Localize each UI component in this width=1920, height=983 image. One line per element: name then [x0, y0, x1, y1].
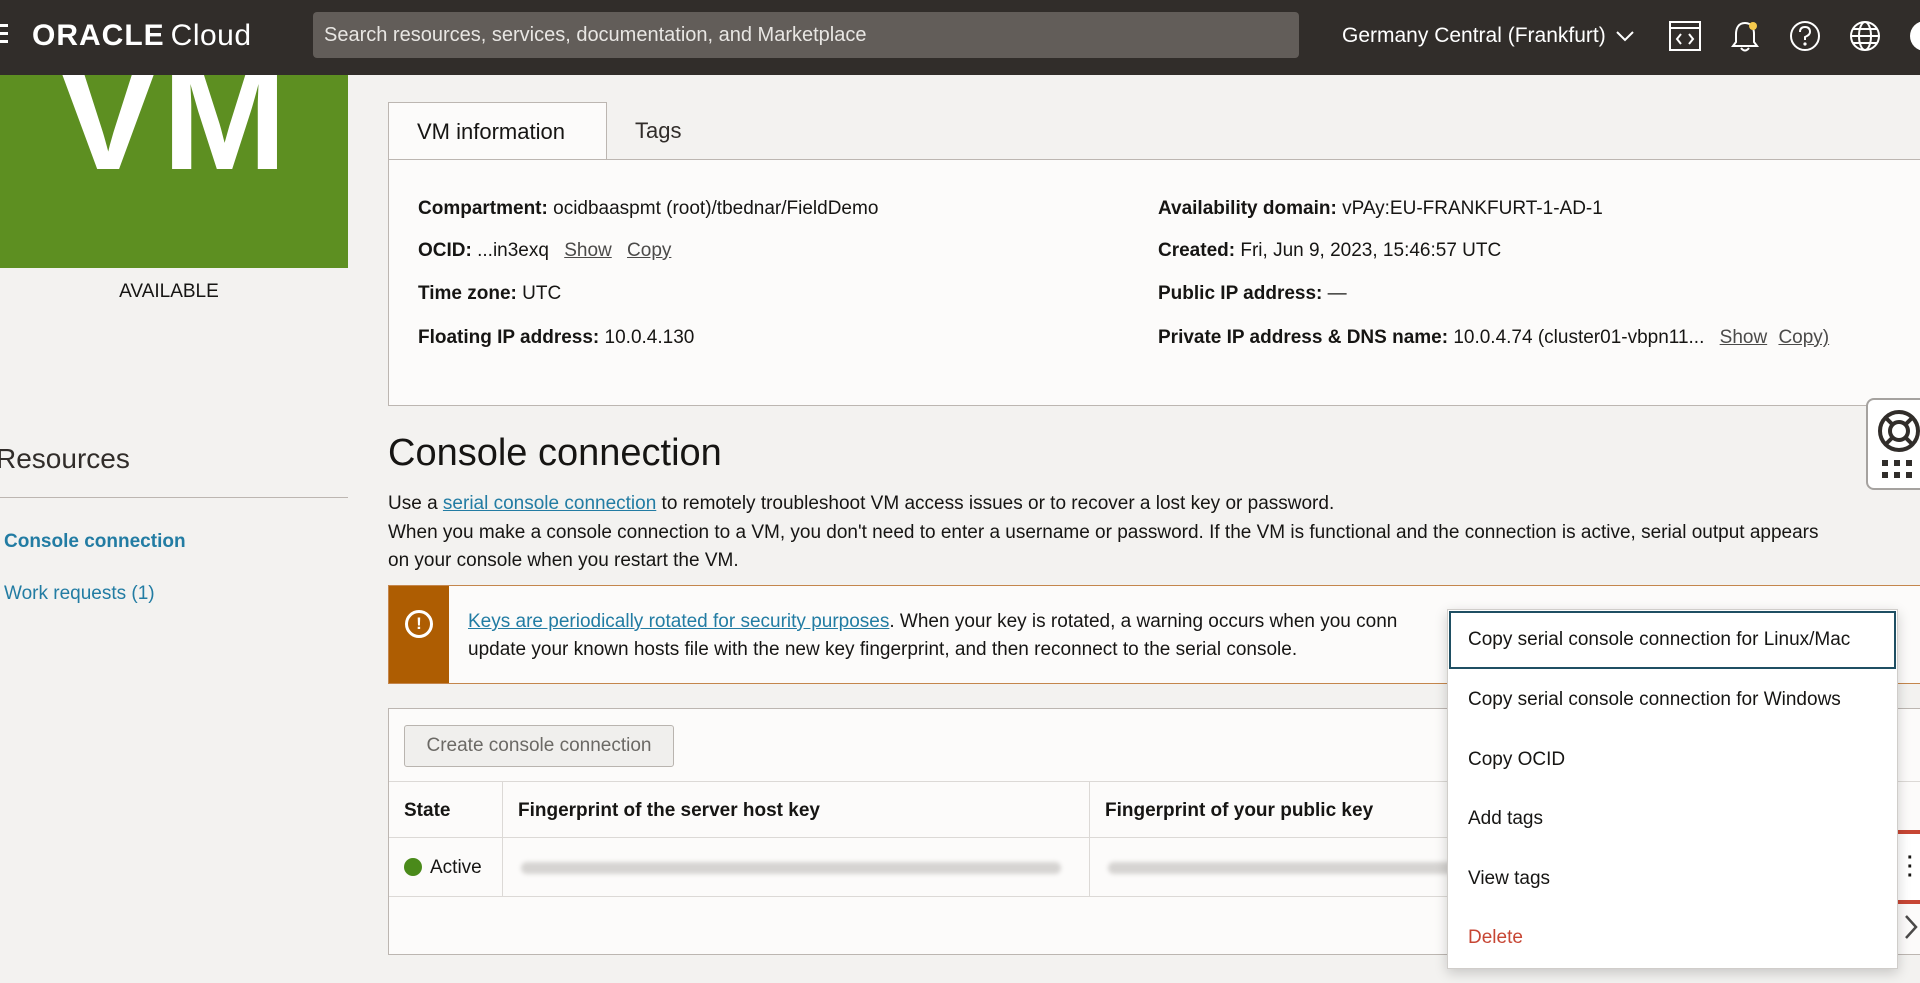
vm-tile-label: VM: [58, 75, 291, 201]
warning-text-rest: . When your key is rotated, a warning oc…: [889, 611, 1398, 632]
apps-grid-icon: [1882, 460, 1912, 478]
state-cell: Active: [389, 838, 503, 897]
compartment-row: Compartment: ocidbaaspmt (root)/tbednar/…: [418, 196, 878, 222]
oracle-cloud-logo[interactable]: ORACLE Cloud: [32, 18, 252, 54]
console-description-line-2: When you make a console connection to a …: [388, 522, 1819, 543]
resource-link-console-connection[interactable]: Console connection: [4, 531, 186, 553]
logo-brand: ORACLE: [32, 19, 165, 52]
console-description-line-1: Use a serial console connection to remot…: [388, 490, 1908, 518]
column-header-state: State: [389, 782, 503, 839]
chevron-right-icon[interactable]: [1900, 912, 1920, 942]
compartment-label: Compartment:: [418, 198, 548, 219]
menu-item-delete[interactable]: Delete: [1468, 927, 1523, 949]
ocid-row: OCID: ...in3exq Show Copy: [418, 238, 671, 264]
tab-tags[interactable]: Tags: [607, 102, 709, 160]
chevron-down-icon: [1615, 31, 1634, 42]
menu-item-add-tags[interactable]: Add tags: [1468, 808, 1543, 830]
public-ip-label: Public IP address:: [1158, 283, 1323, 304]
active-status-icon: [404, 858, 422, 876]
private-ip-copy-link[interactable]: Copy): [1778, 327, 1829, 348]
created-row: Created: Fri, Jun 9, 2023, 15:46:57 UTC: [1158, 238, 1501, 264]
menu-item-copy-ocid[interactable]: Copy OCID: [1468, 749, 1565, 771]
timezone-row: Time zone: UTC: [418, 281, 561, 307]
column-header-server-host-key: Fingerprint of the server host key: [503, 782, 1090, 839]
help-support-tab[interactable]: [1866, 398, 1920, 490]
availability-domain-row: Availability domain: vPAy:EU-FRANKFURT-1…: [1158, 196, 1603, 222]
code-editor-icon[interactable]: [1666, 17, 1704, 55]
top-navigation-bar: ORACLE Cloud Search resources, services, …: [0, 0, 1920, 75]
menu-item-copy-linux-mac[interactable]: Copy serial console connection for Linux…: [1468, 629, 1850, 651]
help-icon[interactable]: [1786, 17, 1824, 55]
menu-item-copy-windows[interactable]: Copy serial console connection for Windo…: [1468, 689, 1841, 711]
private-ip-show-link[interactable]: Show: [1720, 327, 1768, 348]
timezone-value: UTC: [522, 283, 562, 304]
region-label: Germany Central (Frankfurt): [1342, 24, 1606, 47]
notifications-bell-icon[interactable]: [1726, 17, 1764, 55]
created-value: Fri, Jun 9, 2023, 15:46:57 UTC: [1240, 240, 1502, 261]
logo-suffix: Cloud: [170, 19, 252, 52]
availability-domain-label: Availability domain:: [1158, 198, 1337, 219]
search-input[interactable]: Search resources, services, documentatio…: [313, 12, 1299, 58]
ocid-value: ...in3exq: [477, 240, 549, 261]
profile-avatar-icon[interactable]: [1906, 17, 1920, 55]
availability-domain-value: vPAy:EU-FRANKFURT-1-AD-1: [1342, 198, 1603, 219]
life-ring-icon: [1878, 410, 1920, 452]
floating-ip-label: Floating IP address:: [418, 327, 600, 348]
ocid-show-link[interactable]: Show: [564, 240, 612, 261]
ocid-label: OCID:: [418, 240, 472, 261]
resource-link-work-requests[interactable]: Work requests (1): [4, 583, 155, 605]
created-label: Created:: [1158, 240, 1236, 261]
warning-text-line-2: update your known hosts file with the ne…: [468, 639, 1298, 660]
vm-status: AVAILABLE: [119, 281, 219, 302]
public-ip-row: Public IP address: —: [1158, 281, 1347, 307]
row-actions-kebab-icon[interactable]: · · ·: [1907, 848, 1914, 886]
private-ip-value: 10.0.4.74 (cluster01-vbpn11...: [1453, 327, 1705, 348]
ocid-copy-link[interactable]: Copy: [627, 240, 671, 261]
region-selector[interactable]: Germany Central (Frankfurt): [1342, 21, 1634, 51]
floating-ip-value: 10.0.4.130: [604, 327, 695, 348]
compartment-value: ocidbaaspmt (root)/tbednar/FieldDemo: [553, 198, 879, 219]
console-connection-heading: Console connection: [388, 432, 722, 474]
console-description-prefix: Use a: [388, 493, 443, 514]
menu-item-view-tags[interactable]: View tags: [1468, 868, 1550, 890]
floating-ip-row: Floating IP address: 10.0.4.130: [418, 325, 694, 351]
server-host-key-cell: [503, 838, 1090, 897]
tab-vm-information[interactable]: VM information: [388, 102, 607, 160]
vm-tile: VM: [0, 75, 348, 268]
state-value: Active: [430, 857, 482, 878]
key-rotation-link[interactable]: Keys are periodically rotated for securi…: [468, 611, 889, 632]
create-console-connection-button[interactable]: Create console connection: [404, 725, 674, 767]
redacted-fingerprint: [521, 862, 1061, 874]
language-globe-icon[interactable]: [1846, 17, 1884, 55]
private-ip-row: Private IP address & DNS name: 10.0.4.74…: [1158, 325, 1829, 351]
serial-console-connection-link[interactable]: serial console connection: [443, 493, 656, 514]
private-ip-label: Private IP address & DNS name:: [1158, 327, 1449, 348]
resources-title: Resources: [0, 443, 130, 474]
console-description-suffix: to remotely troubleshoot VM access issue…: [656, 493, 1335, 514]
warning-icon: !: [405, 610, 433, 638]
timezone-label: Time zone:: [418, 283, 517, 304]
menu-icon[interactable]: [0, 24, 10, 46]
public-ip-value: —: [1327, 283, 1347, 304]
console-description-line-3: on your console when you restart the VM.: [388, 550, 739, 571]
resources-divider: [0, 497, 348, 498]
